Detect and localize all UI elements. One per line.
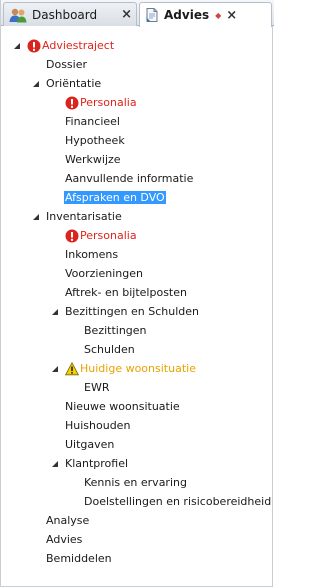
tree-item-schulden[interactable]: Schulden <box>1 340 274 359</box>
tree-item-uitgaven[interactable]: Uitgaven <box>1 435 274 454</box>
tree-label: Aanvullende informatie <box>65 172 194 185</box>
tree-item-orientatie[interactable]: Oriëntatie <box>1 74 274 93</box>
advice-tree: Adviestraject Dossier Oriëntatie Persona… <box>1 36 274 568</box>
tree-item-doelstellingen[interactable]: Doelstellingen en risicobereidheid <box>1 492 274 511</box>
unsaved-dot-icon: ◆ <box>215 10 222 20</box>
tree-label: Personalia <box>80 96 137 109</box>
expanded-triangle-icon[interactable] <box>51 460 59 468</box>
tree-item-huidige-woonsituatie[interactable]: Huidige woonsituatie <box>1 359 274 378</box>
tree-label: Dossier <box>46 58 88 71</box>
tree-label: Analyse <box>46 514 90 527</box>
tab-dashboard[interactable]: Dashboard × <box>3 2 137 26</box>
tree-item-dossier[interactable]: Dossier <box>1 55 274 74</box>
tree-label: Hypotheek <box>65 134 125 147</box>
tree-item-afspraken-dvo[interactable]: Afspraken en DVO <box>1 188 274 207</box>
tree-item-analyse[interactable]: Analyse <box>1 511 274 530</box>
advice-window: Dashboard × Advies ◆ × Adviestraject Dos… <box>0 0 274 587</box>
tree-item-inventarisatie[interactable]: Inventarisatie <box>1 207 274 226</box>
tree-label: Klantprofiel <box>65 457 129 470</box>
tree-item-orientatie-personalia[interactable]: Personalia <box>1 93 274 112</box>
tree-item-hypotheek[interactable]: Hypotheek <box>1 131 274 150</box>
tree-item-bezittingen-en-schulden[interactable]: Bezittingen en Schulden <box>1 302 274 321</box>
tree-item-nieuwe-woonsituatie[interactable]: Nieuwe woonsituatie <box>1 397 274 416</box>
tree-item-huishouden[interactable]: Huishouden <box>1 416 274 435</box>
expanded-triangle-icon[interactable] <box>32 213 40 221</box>
tree-label: Kennis en ervaring <box>84 476 187 489</box>
warning-triangle-icon <box>65 361 79 375</box>
tree-item-ewr[interactable]: EWR <box>1 378 274 397</box>
tree-label: Advies <box>46 533 83 546</box>
tree-label-selected: Afspraken en DVO <box>64 191 166 204</box>
tree-label: Aftrek- en bijtelposten <box>65 286 187 299</box>
tree-label: Personalia <box>80 229 137 242</box>
tree-label: Bezittingen en Schulden <box>65 305 200 318</box>
tab-advies-label: Advies <box>164 8 210 22</box>
tree-item-werkwijze[interactable]: Werkwijze <box>1 150 274 169</box>
alert-circle-icon <box>27 39 41 52</box>
tree-item-bemiddelen[interactable]: Bemiddelen <box>1 549 274 568</box>
tree-item-kennis-ervaring[interactable]: Kennis en ervaring <box>1 473 274 492</box>
tree-label: Adviestraject <box>42 39 115 52</box>
expanded-triangle-icon[interactable] <box>51 308 59 316</box>
tree-item-bezittingen[interactable]: Bezittingen <box>1 321 274 340</box>
tree-label: Werkwijze <box>65 153 121 166</box>
tree-label: Oriëntatie <box>46 77 102 90</box>
tree-label: Voorzieningen <box>65 267 143 280</box>
tree-label: Huishouden <box>65 419 131 432</box>
expanded-triangle-icon[interactable] <box>51 365 59 373</box>
tree-label: Bemiddelen <box>46 552 112 565</box>
tree-label: Huidige woonsituatie <box>80 362 196 375</box>
tree-label: Doelstellingen en risicobereidheid <box>84 495 272 508</box>
tree-item-financieel[interactable]: Financieel <box>1 112 274 131</box>
tree-item-klantprofiel[interactable]: Klantprofiel <box>1 454 274 473</box>
tab-advies-close-icon[interactable]: × <box>226 9 237 22</box>
tab-dashboard-label: Dashboard <box>32 7 98 22</box>
tree-label: Bezittingen <box>84 324 147 337</box>
expanded-triangle-icon[interactable] <box>13 42 21 50</box>
expanded-triangle-icon[interactable] <box>32 80 40 88</box>
tab-advies[interactable]: Advies ◆ × <box>139 2 272 27</box>
tree-label: Financieel <box>65 115 120 128</box>
tree-item-aanvullende-informatie[interactable]: Aanvullende informatie <box>1 169 274 188</box>
tree-item-aftrek-bijtelposten[interactable]: Aftrek- en bijtelposten <box>1 283 274 302</box>
tree-item-voorzieningen[interactable]: Voorzieningen <box>1 264 274 283</box>
alert-circle-icon <box>65 96 79 109</box>
alert-circle-icon <box>65 229 79 242</box>
dashboard-users-icon <box>8 7 28 23</box>
tab-bar: Dashboard × Advies ◆ × <box>1 0 274 27</box>
document-icon <box>144 7 160 23</box>
tree-item-inventarisatie-personalia[interactable]: Personalia <box>1 226 274 245</box>
tree-label: Nieuwe woonsituatie <box>65 400 180 413</box>
tree-label: Inventarisatie <box>46 210 122 223</box>
tree-label: EWR <box>84 381 110 394</box>
tree-item-adviestraject[interactable]: Adviestraject <box>1 36 274 55</box>
tree-label: Inkomens <box>65 248 119 261</box>
tree-label: Uitgaven <box>65 438 115 451</box>
tree-item-advies[interactable]: Advies <box>1 530 274 549</box>
tree-label: Schulden <box>84 343 135 356</box>
tab-dashboard-close-icon[interactable]: × <box>121 8 132 21</box>
tree-item-inkomens[interactable]: Inkomens <box>1 245 274 264</box>
